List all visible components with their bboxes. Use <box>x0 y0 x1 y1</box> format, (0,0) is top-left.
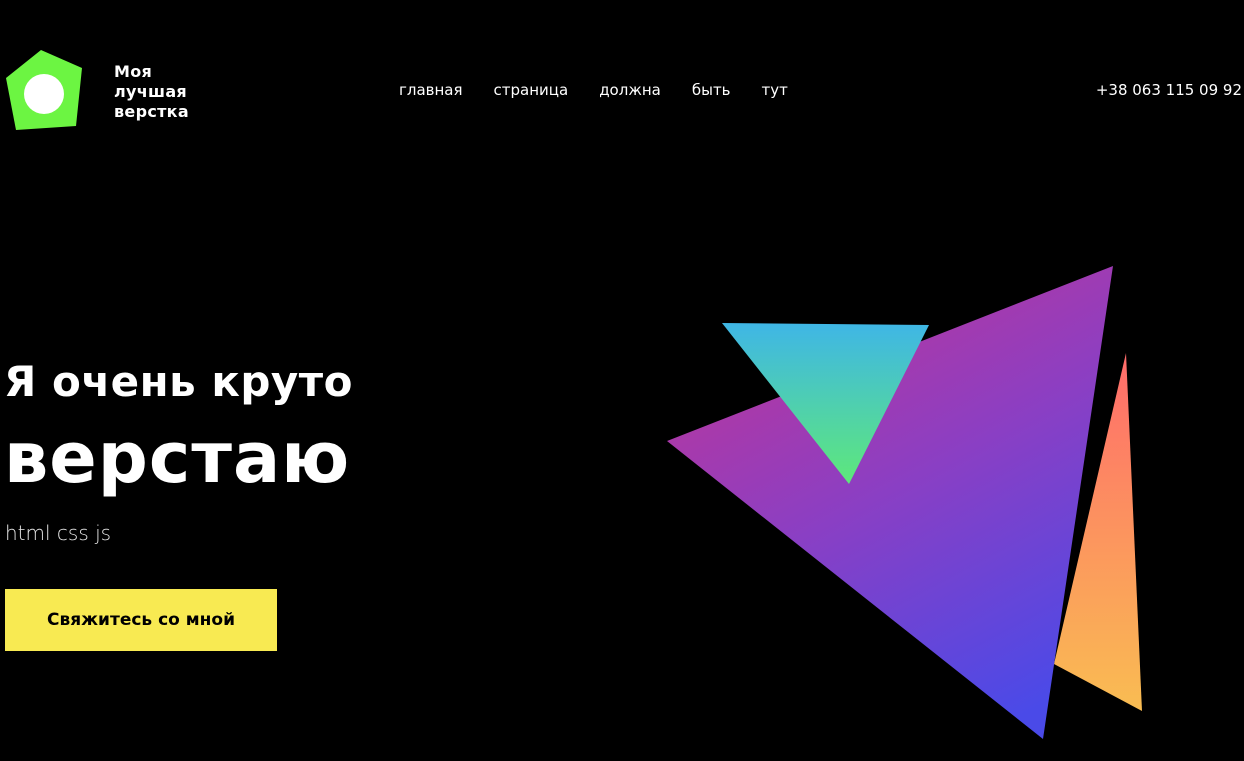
logo-pentagon-icon[interactable] <box>4 48 84 130</box>
contact-me-button[interactable]: Свяжитесь со мной <box>5 589 277 651</box>
brand-line-1: Моя <box>114 62 153 81</box>
nav-item-should[interactable]: должна <box>599 80 661 100</box>
nav-item-be[interactable]: быть <box>692 80 731 100</box>
hero-subtitle: html css js <box>5 521 112 545</box>
nav-item-here[interactable]: тут <box>762 80 788 100</box>
brand-line-2: лучшая <box>114 82 187 101</box>
nav-item-page[interactable]: страница <box>494 80 569 100</box>
brand-line-3: верстка <box>114 102 189 121</box>
brand-name[interactable]: Моя лучшая верстка <box>114 62 234 122</box>
hero-title-line-2: верстаю <box>4 417 351 499</box>
phone-link[interactable]: +38 063 115 09 92 <box>1096 80 1242 100</box>
main-nav: главная страница должна быть тут <box>399 80 819 100</box>
decorative-triangles-illustration <box>667 266 1142 739</box>
nav-item-home[interactable]: главная <box>399 80 463 100</box>
hero-title-line-1: Я очень круто <box>4 357 353 406</box>
landing-page: Моя лучшая верстка главная страница долж… <box>0 0 1244 761</box>
